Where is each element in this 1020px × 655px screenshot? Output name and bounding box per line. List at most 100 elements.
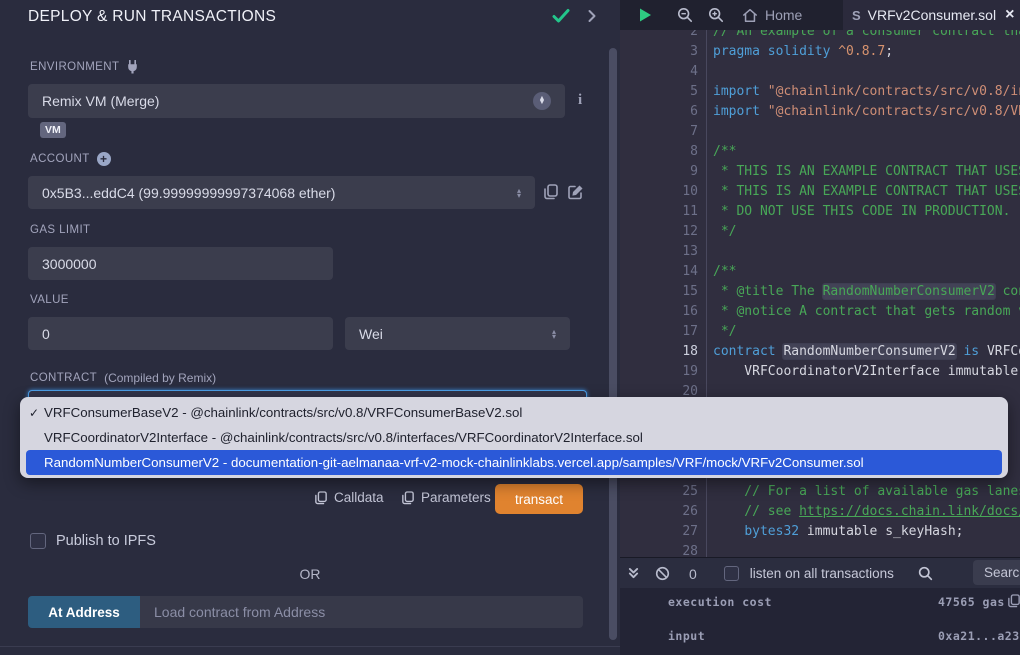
code-line: // For a list of available gas lanes on …: [707, 482, 1020, 502]
gas-limit-label: GAS LIMIT: [30, 224, 90, 236]
line-number: 19: [620, 362, 698, 382]
compile-success-check-icon: [552, 8, 570, 24]
at-address-button[interactable]: At Address: [28, 596, 140, 628]
code-line: */: [707, 222, 736, 242]
line-number: 17: [620, 322, 698, 342]
environment-label-text: ENVIRONMENT: [30, 61, 119, 73]
vm-badge: VM: [40, 122, 66, 138]
transact-button[interactable]: transact: [495, 484, 583, 514]
environment-select[interactable]: Remix VM (Merge) ▲▼: [28, 84, 565, 118]
run-script-play-icon[interactable]: [637, 7, 653, 23]
code-line: * @notice A contract that gets random va…: [707, 302, 1020, 322]
account-value: 0x5B3...eddC4 (99.99999999997374068 ethe…: [42, 185, 335, 201]
line-number: 2: [620, 30, 698, 42]
at-address-placeholder: Load contract from Address: [154, 604, 325, 620]
environment-value: Remix VM (Merge): [42, 93, 159, 109]
line-number: 11: [620, 202, 698, 222]
code-line: pragma solidity ^0.8.7;: [707, 42, 893, 62]
line-number: 25: [620, 482, 698, 502]
value-unit-select[interactable]: Wei ▴▾: [345, 317, 570, 350]
tab-active-label: VRFv2Consumer.sol: [868, 7, 996, 23]
code-line: VRFCoordinatorV2Interface immutable COOR…: [707, 362, 1020, 382]
line-number: 26: [620, 502, 698, 522]
expand-terminal-chevrons-icon[interactable]: [628, 567, 639, 580]
parameters-group[interactable]: Parameters: [402, 490, 491, 505]
code-line: // see https://docs.chain.link/docs/vrf-…: [707, 502, 1020, 522]
code-line: bytes32 immutable s_keyHash;: [707, 522, 963, 542]
or-divider-text: OR: [0, 566, 620, 582]
value-amount: 0: [42, 326, 50, 342]
code-line: * THIS IS AN EXAMPLE CONTRACT THAT USES …: [707, 182, 1020, 202]
publish-ipfs-label: Publish to IPFS: [56, 533, 156, 549]
dropdown-option[interactable]: VRFCoordinatorV2Interface - @chainlink/c…: [20, 425, 1008, 450]
terminal-search-placeholder: Search: [984, 565, 1020, 580]
value-label: VALUE: [30, 294, 69, 306]
value-unit: Wei: [359, 326, 383, 342]
line-number: 14: [620, 262, 698, 282]
tab-home[interactable]: Home: [742, 0, 802, 30]
calldata-group[interactable]: Calldata: [315, 490, 384, 505]
code-line: import "@chainlink/contracts/src/v0.8/in…: [707, 82, 1020, 102]
dropdown-option[interactable]: RandomNumberConsumerV2 - documentation-g…: [26, 450, 1002, 475]
remix-ide-window: DEPLOY & RUN TRANSACTIONS ENVIRONMENT Re…: [0, 0, 1020, 655]
select-updown-icon: ▴▾: [517, 188, 521, 198]
edit-account-icon[interactable]: [568, 184, 584, 200]
zoom-out-icon[interactable]: [677, 7, 693, 23]
environment-info-icon[interactable]: i: [578, 92, 582, 109]
close-tab-icon[interactable]: ×: [1005, 6, 1014, 24]
copy-parameters-icon[interactable]: [402, 491, 414, 505]
checkmark-icon: ✓: [29, 406, 39, 420]
add-account-icon[interactable]: +: [97, 152, 111, 166]
listen-transactions-checkbox[interactable]: [724, 566, 739, 581]
collapse-panel-chevron-icon[interactable]: [587, 9, 597, 23]
tab-vrfv2consumer[interactable]: S VRFv2Consumer.sol ×: [843, 0, 1020, 30]
gas-limit-label-text: GAS LIMIT: [30, 224, 90, 236]
line-number: 13: [620, 242, 698, 262]
value-input[interactable]: 0: [28, 317, 333, 350]
zoom-in-icon[interactable]: [708, 7, 724, 23]
terminal-output: execution cost47565 gasinput0xa21...a23e…: [620, 588, 1020, 655]
dropdown-option[interactable]: ✓VRFConsumerBaseV2 - @chainlink/contract…: [20, 400, 1008, 425]
pending-tx-count: 0: [689, 566, 697, 582]
line-number: 15: [620, 282, 698, 302]
terminal-search-icon: [918, 566, 933, 581]
listen-transactions-label: listen on all transactions: [750, 566, 894, 581]
environment-label: ENVIRONMENT: [30, 60, 139, 74]
terminal-search-input[interactable]: Search: [973, 560, 1020, 585]
copy-calldata-icon[interactable]: [315, 491, 327, 505]
line-number: 12: [620, 222, 698, 242]
select-updown-icon: ▲▼: [533, 92, 551, 110]
line-number: 8: [620, 142, 698, 162]
account-label: ACCOUNT +: [30, 152, 111, 166]
code-line: // An example of a consumer contract tha…: [707, 30, 1020, 42]
deploy-run-panel: DEPLOY & RUN TRANSACTIONS ENVIRONMENT Re…: [0, 0, 621, 655]
publish-ipfs-checkbox[interactable]: [30, 533, 46, 549]
gas-limit-value: 3000000: [42, 256, 97, 272]
code-line: * THIS IS AN EXAMPLE CONTRACT THAT USES …: [707, 162, 1020, 182]
line-number: 4: [620, 62, 698, 82]
panel-scrollbar[interactable]: [609, 48, 617, 640]
gas-limit-input[interactable]: 3000000: [28, 247, 333, 280]
parameters-label: Parameters: [421, 490, 491, 505]
dropdown-option-label: VRFCoordinatorV2Interface - @chainlink/c…: [44, 430, 643, 445]
panel-title: DEPLOY & RUN TRANSACTIONS: [28, 8, 276, 26]
account-select[interactable]: 0x5B3...eddC4 (99.99999999997374068 ethe…: [28, 176, 535, 209]
code-line: import "@chainlink/contracts/src/v0.8/VR…: [707, 102, 1020, 122]
clear-console-ban-icon[interactable]: [655, 566, 670, 581]
tab-home-label: Home: [765, 7, 802, 23]
contract-label-text: CONTRACT: [30, 372, 97, 384]
contract-label: CONTRACT (Compiled by Remix): [30, 371, 216, 385]
terminal-row-value: 0xa21...a23e4: [938, 629, 1020, 643]
home-icon: [742, 8, 758, 23]
copy-account-icon[interactable]: [544, 184, 558, 200]
calldata-label: Calldata: [334, 490, 384, 505]
line-number: 7: [620, 122, 698, 142]
panel-bottom-divider: [0, 646, 620, 647]
contract-dropdown-list: ✓VRFConsumerBaseV2 - @chainlink/contract…: [20, 397, 1008, 478]
contract-sublabel: (Compiled by Remix): [104, 371, 216, 385]
code-line: /**: [707, 142, 736, 162]
copy-value-icon[interactable]: [1008, 594, 1020, 608]
terminal-row-label: execution cost: [668, 595, 772, 609]
line-number: 16: [620, 302, 698, 322]
at-address-input[interactable]: Load contract from Address: [140, 596, 583, 628]
